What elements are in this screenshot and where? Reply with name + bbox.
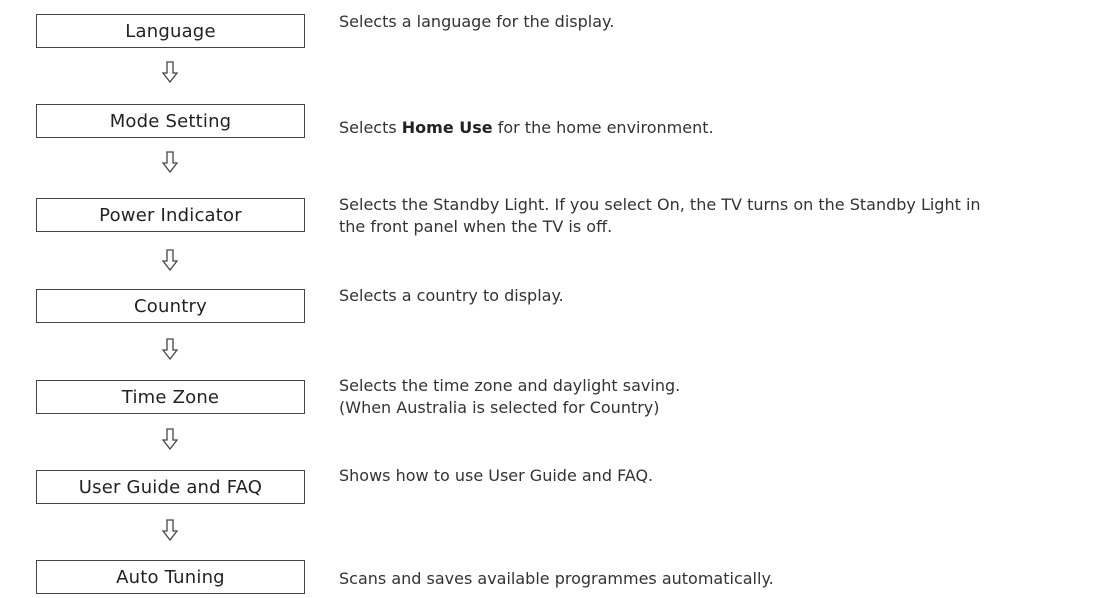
down-arrow-icon (140, 60, 200, 84)
description-bold-text: Home Use (401, 118, 493, 137)
step-description-auto-tuning: Scans and saves available programmes aut… (339, 568, 1099, 590)
description-line: (When Australia is selected for Country) (339, 398, 660, 417)
step-box-auto-tuning: Auto Tuning (36, 560, 305, 594)
description-line: Scans and saves available programmes aut… (339, 569, 774, 588)
step-description-language: Selects a language for the display. (339, 11, 1099, 33)
step-description-power-indicator: Selects the Standby Light. If you select… (339, 194, 1099, 238)
description-line: Shows how to use User Guide and FAQ. (339, 466, 654, 485)
step-description-time-zone: Selects the time zone and daylight savin… (339, 375, 1099, 419)
down-arrow-icon (140, 427, 200, 451)
description-line: the front panel when the TV is off. (339, 217, 613, 236)
step-box-time-zone: Time Zone (36, 380, 305, 414)
description-line: Selects the Standby Light. If you select… (339, 195, 981, 214)
step-box-user-guide-and-faq: User Guide and FAQ (36, 470, 305, 504)
step-description-country: Selects a country to display. (339, 285, 1099, 307)
step-box-mode-setting: Mode Setting (36, 104, 305, 138)
down-arrow-icon (140, 150, 200, 174)
description-line: Selects the time zone and daylight savin… (339, 376, 681, 395)
step-box-power-indicator: Power Indicator (36, 198, 305, 232)
step-description-mode-setting: Selects Home Use for the home environmen… (339, 117, 1099, 139)
down-arrow-icon (140, 518, 200, 542)
description-text: Selects (339, 118, 402, 137)
description-text: for the home environment. (492, 118, 714, 137)
description-line: Selects a language for the display. (339, 12, 615, 31)
description-line: Selects a country to display. (339, 286, 564, 305)
step-box-language: Language (36, 14, 305, 48)
down-arrow-icon (140, 248, 200, 272)
step-box-country: Country (36, 289, 305, 323)
down-arrow-icon (140, 337, 200, 361)
step-description-user-guide-and-faq: Shows how to use User Guide and FAQ. (339, 465, 1099, 487)
